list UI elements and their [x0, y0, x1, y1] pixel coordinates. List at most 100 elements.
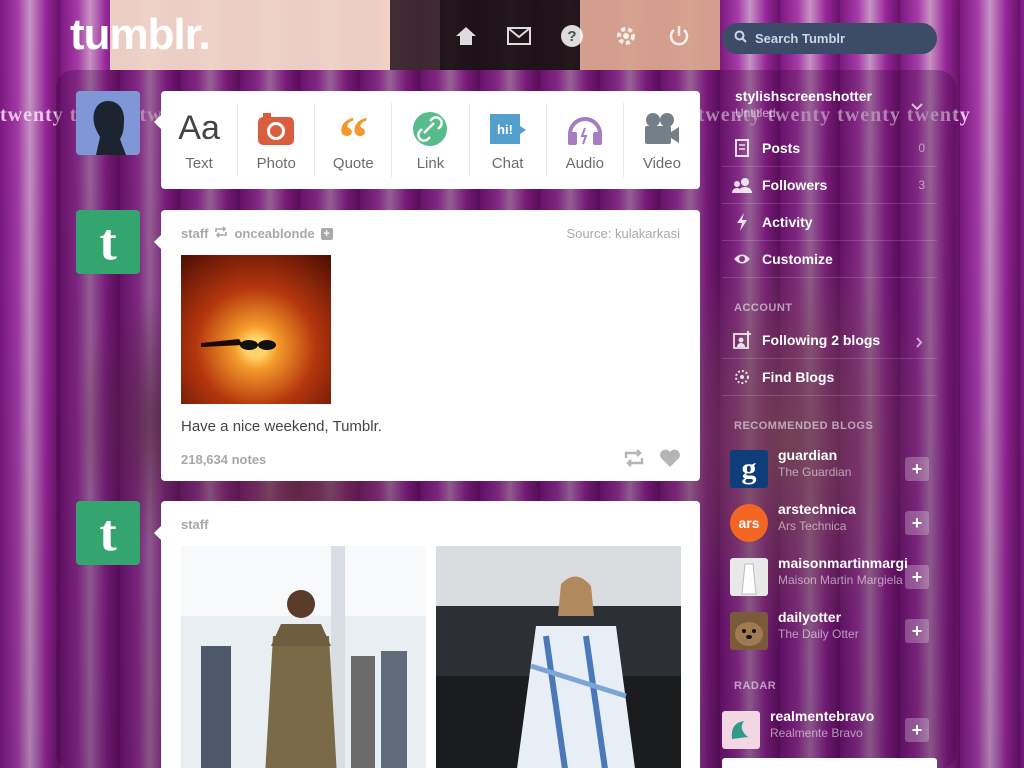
text-icon: Aa	[178, 109, 220, 147]
blog-name: dailyotter	[778, 609, 842, 625]
staff-avatar[interactable]: t	[76, 501, 140, 565]
post: staff	[161, 501, 700, 768]
follow-button[interactable]: +	[905, 457, 929, 481]
blog-avatar: ars	[730, 504, 768, 542]
sidebar-item-label: Activity	[762, 214, 813, 230]
inbox-icon[interactable]	[505, 22, 533, 50]
post-photo-right[interactable]	[436, 546, 681, 768]
follow-button[interactable]: +	[905, 718, 929, 742]
search-bar[interactable]	[722, 23, 937, 54]
follow-button[interactable]: +	[905, 619, 929, 643]
blog-name: maisonmartinmargiela	[778, 555, 908, 571]
post-type-audio[interactable]: Audio	[547, 103, 624, 177]
post-caret	[154, 235, 161, 249]
quote-icon: “	[338, 104, 369, 171]
posts-icon	[732, 139, 752, 157]
post-caret	[154, 526, 161, 540]
reblogged-from[interactable]: onceablonde	[234, 226, 314, 241]
find-blogs-icon	[732, 368, 752, 386]
recommended-blog[interactable]: dailyotter The Daily Otter +	[722, 609, 937, 663]
blog-title: Maison Martin Margiela	[778, 573, 903, 587]
sidebar-item-find-blogs[interactable]: Find Blogs	[722, 359, 937, 396]
post: staff onceablonde + Source: kulakarkasi …	[161, 210, 700, 481]
like-heart-icon[interactable]	[659, 448, 681, 473]
recommended-blog[interactable]: g guardian The Guardian +	[722, 447, 937, 501]
reblog-small-icon	[214, 226, 228, 241]
follow-plus-icon[interactable]: +	[320, 227, 333, 240]
blog-avatar	[730, 612, 768, 650]
power-icon[interactable]	[665, 22, 693, 50]
post-type-label: Text	[185, 154, 213, 172]
post-header: staff onceablonde +	[181, 226, 333, 241]
sidebar-item-activity[interactable]: Activity	[722, 204, 937, 241]
post-type-text[interactable]: Aa Text	[161, 103, 239, 177]
post-type-photo[interactable]: Photo	[238, 103, 316, 177]
post-author[interactable]: staff	[181, 517, 208, 532]
blog-name: guardian	[778, 447, 838, 463]
blog-avatar	[722, 711, 760, 749]
settings-icon[interactable]	[612, 22, 640, 50]
post-type-quote[interactable]: “ Quote	[315, 103, 393, 177]
link-icon	[412, 109, 448, 149]
post-author[interactable]: staff	[181, 226, 208, 241]
radar-heading: RADAR	[734, 680, 777, 692]
post-type-video[interactable]: Video	[624, 103, 700, 177]
post-notes[interactable]: 218,634 notes	[181, 452, 266, 467]
post-header: staff	[181, 517, 208, 532]
headphones-icon	[566, 109, 604, 149]
sidebar-item-customize[interactable]: Customize	[722, 241, 937, 278]
blog-switcher[interactable]: stylishscreenshotter Untitled	[722, 82, 937, 126]
chat-icon: hi!	[488, 109, 528, 149]
blog-title: Ars Technica	[778, 519, 847, 533]
post-source[interactable]: Source: kulakarkasi	[567, 226, 680, 241]
recommended-blog[interactable]: maisonmartinmargiela Maison Martin Margie…	[722, 555, 937, 609]
reblog-icon[interactable]	[623, 448, 645, 473]
follow-button[interactable]: +	[905, 565, 929, 589]
sidebar-item-label: Customize	[762, 251, 833, 267]
following-icon	[732, 331, 752, 349]
post-type-link[interactable]: Link	[392, 103, 470, 177]
sidebar-item-label: Following 2 blogs	[762, 332, 881, 348]
chevron-down-icon	[911, 98, 923, 116]
camera-icon	[257, 109, 295, 149]
activity-icon	[732, 213, 752, 231]
user-avatar[interactable]	[76, 91, 140, 155]
post-type-label: Audio	[565, 154, 604, 172]
post-type-label: Video	[642, 154, 681, 172]
search-input[interactable]	[755, 31, 925, 46]
chevron-right-icon	[916, 335, 923, 353]
eye-icon	[732, 253, 752, 265]
sidebar-item-label: Posts	[762, 140, 801, 156]
home-icon[interactable]	[452, 22, 480, 50]
post-photo[interactable]	[181, 255, 331, 404]
composer-caret	[154, 115, 161, 129]
follow-button[interactable]: +	[905, 511, 929, 535]
post-type-label: Quote	[332, 154, 374, 172]
video-camera-icon	[643, 109, 681, 149]
svg-text:hi!: hi!	[497, 122, 513, 137]
post-type-chat[interactable]: hi! Chat	[470, 103, 547, 177]
recommended-blog[interactable]: ars arstechnica Ars Technica +	[722, 501, 937, 555]
sidebar-item-count: 0	[918, 141, 925, 155]
followers-icon	[732, 177, 752, 193]
blog-avatar	[730, 558, 768, 596]
radar-card-edge	[722, 758, 937, 768]
blog-name: arstechnica	[778, 501, 856, 517]
post-photo-left[interactable]	[181, 546, 426, 768]
post-type-label: Photo	[256, 154, 296, 172]
tumblr-logo[interactable]: tumblr.	[70, 10, 211, 60]
blog-subtitle: Untitled	[735, 106, 776, 120]
sidebar-item-label: Followers	[762, 177, 828, 193]
sidebar-item-followers[interactable]: Followers 3	[722, 167, 937, 204]
sidebar-item-posts[interactable]: Posts 0	[722, 130, 937, 167]
sidebar-item-following[interactable]: Following 2 blogs	[722, 322, 937, 359]
help-icon[interactable]: ?	[558, 22, 586, 50]
post-composer: Aa Text Photo “ Quote Link hi! Chat Audi…	[161, 91, 700, 189]
svg-text:?: ?	[567, 28, 576, 45]
blog-title: The Guardian	[778, 465, 852, 479]
radar-blog[interactable]: realmentebravo Realmente Bravo +	[722, 708, 937, 762]
sidebar-item-label: Find Blogs	[762, 369, 835, 385]
blog-title: Realmente Bravo	[770, 726, 863, 740]
staff-avatar[interactable]: t	[76, 210, 140, 274]
blog-name: stylishscreenshotter	[735, 88, 872, 104]
